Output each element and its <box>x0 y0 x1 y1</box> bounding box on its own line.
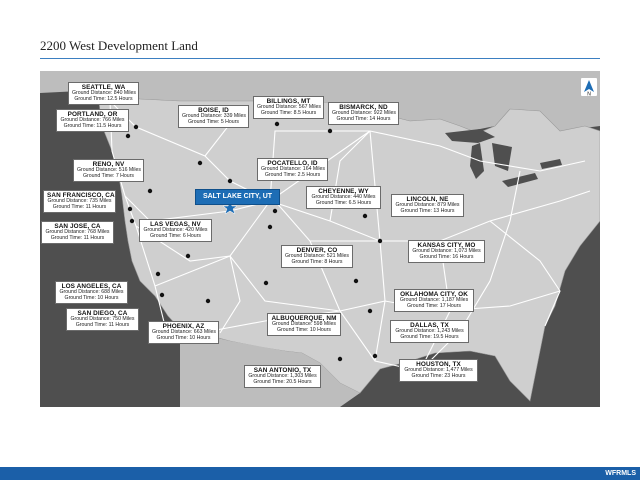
callout-boise[interactable]: BOISE, ID Ground Distance: 339 Miles Gro… <box>178 105 249 128</box>
callout-san-francisco[interactable]: SAN FRANCISCO, CA Ground Distance: 735 M… <box>43 190 116 213</box>
callout-time: Ground Time: 8.5 Hours <box>260 109 317 116</box>
callout-time: Ground Time: 11 Hours <box>52 203 107 210</box>
brand-label: WFRMLS <box>605 470 636 477</box>
callout-time: Ground Time: 6.5 Hours <box>315 199 372 206</box>
callout-san-antonio[interactable]: SAN ANTONIO, TX Ground Distance: 1,303 M… <box>244 365 321 388</box>
callout-time: Ground Time: 6 Hours <box>149 232 202 239</box>
callout-time: Ground Time: 5 Hours <box>187 118 240 125</box>
north-arrow-icon: N <box>581 78 597 96</box>
callout-san-jose[interactable]: SAN JOSE, CA Ground Distance: 768 Miles … <box>41 221 114 244</box>
callout-time: Ground Time: 11 Hours <box>75 321 130 328</box>
callout-billings[interactable]: BILLINGS, MT Ground Distance: 567 Miles … <box>253 96 324 119</box>
callout-time: Ground Time: 12.5 Hours <box>74 95 133 102</box>
callout-pocatello[interactable]: POCATELLO, ID Ground Distance: 164 Miles… <box>257 158 328 181</box>
callout-time: Ground Time: 13 Hours <box>400 207 455 214</box>
marker-cheyenne[interactable] <box>272 208 278 214</box>
marker-san-francisco[interactable] <box>127 206 133 212</box>
callout-time: Ground Time: 10 Hours <box>156 334 211 341</box>
callout-kansas-city[interactable]: KANSAS CITY, MO Ground Distance: 1,073 M… <box>408 240 485 263</box>
marker-phoenix[interactable] <box>205 298 211 304</box>
callout-lincoln[interactable]: LINCOLN, NE Ground Distance: 879 Miles G… <box>391 194 464 217</box>
marker-las-vegas[interactable] <box>185 253 191 259</box>
marker-portland[interactable] <box>125 133 131 139</box>
marker-pocatello[interactable] <box>227 178 233 184</box>
origin-label[interactable]: SALT LAKE CITY, UT <box>195 189 280 205</box>
marker-san-antonio[interactable] <box>337 356 343 362</box>
callout-time: Ground Time: 10 Hours <box>277 326 331 333</box>
callout-time: Ground Time: 8 Hours <box>291 258 343 265</box>
svg-text:N: N <box>587 92 591 97</box>
marker-billings[interactable] <box>274 121 280 127</box>
callout-seattle[interactable]: SEATTLE, WA Ground Distance: 840 Miles G… <box>68 82 139 105</box>
marker-bismarck[interactable] <box>327 128 333 134</box>
callout-dallas[interactable]: DALLAS, TX Ground Distance: 1,243 Miles … <box>390 320 469 343</box>
marker-houston[interactable] <box>372 353 378 359</box>
callout-time: Ground Time: 10 Hours <box>64 294 119 301</box>
callout-bismarck[interactable]: BISMARCK, ND Ground Distance: 922 Miles … <box>328 102 399 125</box>
marker-los-angeles[interactable] <box>155 271 161 277</box>
callout-time: Ground Time: 11 Hours <box>50 234 105 241</box>
callout-time: Ground Time: 7 Hours <box>82 172 135 179</box>
callout-reno[interactable]: RENO, NV Ground Distance: 516 Miles Grou… <box>73 159 144 182</box>
marker-albuquerque[interactable] <box>263 280 269 286</box>
callout-time: Ground Time: 14 Hours <box>336 115 391 122</box>
footer-bar: WFRMLS <box>0 467 640 480</box>
callout-time: Ground Time: 2.5 Hours <box>264 171 321 178</box>
callout-time: Ground Time: 17 Hours <box>407 302 461 309</box>
marker-reno[interactable] <box>147 188 153 194</box>
callout-phoenix[interactable]: PHOENIX, AZ Ground Distance: 663 Miles G… <box>148 321 219 344</box>
callout-las-vegas[interactable]: LAS VEGAS, NV Ground Distance: 420 Miles… <box>139 219 212 242</box>
callout-denver[interactable]: DENVER, CO Ground Distance: 521 Miles Gr… <box>281 245 353 268</box>
callout-portland[interactable]: PORTLAND, OR Ground Distance: 766 Miles … <box>56 109 129 132</box>
callout-time: Ground Time: 16 Hours <box>419 253 474 260</box>
title-divider <box>40 58 600 59</box>
marker-kansas-city[interactable] <box>377 238 383 244</box>
callout-time: Ground Time: 23 Hours <box>411 372 466 379</box>
marker-boise[interactable] <box>197 160 203 166</box>
callout-cheyenne[interactable]: CHEYENNE, WY Ground Distance: 440 Miles … <box>306 186 381 209</box>
callout-albuquerque[interactable]: ALBUQUERQUE, NM Ground Distance: 598 Mil… <box>267 313 341 336</box>
callout-houston[interactable]: HOUSTON, TX Ground Distance: 1,477 Miles… <box>399 359 478 382</box>
marker-san-diego[interactable] <box>159 292 165 298</box>
marker-lincoln[interactable] <box>362 213 368 219</box>
callout-los-angeles[interactable]: LOS ANGELES, CA Ground Distance: 688 Mil… <box>55 281 128 304</box>
page-title: 2200 West Development Land <box>40 38 198 53</box>
marker-seattle[interactable] <box>133 124 139 130</box>
callout-time: Ground Time: 19.5 Hours <box>400 333 459 340</box>
callout-time: Ground Time: 11.5 Hours <box>63 122 122 129</box>
callout-oklahoma-city[interactable]: OKLAHOMA CITY, OK Ground Distance: 1,187… <box>394 289 474 312</box>
callout-san-diego[interactable]: SAN DIEGO, CA Ground Distance: 750 Miles… <box>66 308 139 331</box>
marker-dallas[interactable] <box>367 308 373 314</box>
marker-san-jose[interactable] <box>129 218 135 224</box>
callout-time: Ground Time: 20.5 Hours <box>253 378 312 385</box>
marker-denver[interactable] <box>267 224 273 230</box>
marker-oklahoma-city[interactable] <box>353 278 359 284</box>
